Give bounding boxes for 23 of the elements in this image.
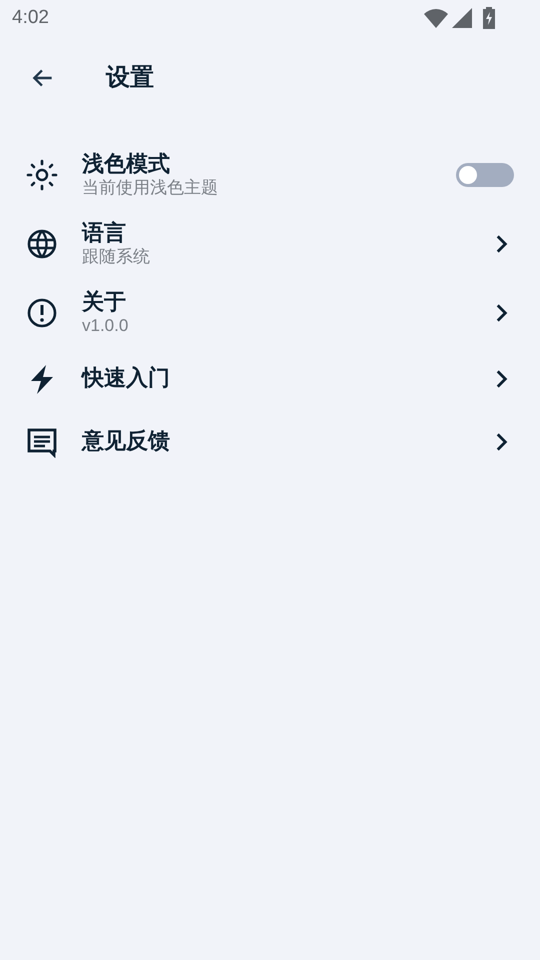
settings-item[interactable]: 快速入门 (0, 347, 540, 410)
message-icon (26, 426, 58, 458)
item-subtitle: 跟随系统 (82, 246, 151, 267)
status-time: 4:02 (12, 6, 49, 30)
toggle-switch[interactable] (456, 162, 514, 186)
settings-item[interactable]: 意见反馈 (0, 410, 540, 473)
item-title: 关于 (82, 289, 127, 316)
sun-icon (26, 158, 58, 190)
item-title: 语言 (82, 220, 127, 246)
item-title: 浅色模式 (82, 151, 171, 178)
item-title: 意见反馈 (82, 428, 171, 455)
wifi-icon (424, 8, 448, 28)
signal-icon (452, 8, 472, 28)
item-subtitle: 当前使用浅色主题 (82, 178, 219, 198)
globe-icon (26, 228, 58, 260)
item-subtitle: v1.0.0 (82, 316, 130, 336)
settings-item[interactable]: 语言 跟随系统 (0, 209, 540, 278)
page-title: 设置 (106, 63, 154, 93)
item-title: 快速入门 (82, 365, 171, 392)
settings-item[interactable]: 关于 v1.0.0 (0, 278, 540, 347)
battery-icon (482, 7, 496, 29)
settings-item[interactable]: 浅色模式 当前使用浅色主题 (0, 140, 540, 209)
info-icon (26, 296, 58, 328)
